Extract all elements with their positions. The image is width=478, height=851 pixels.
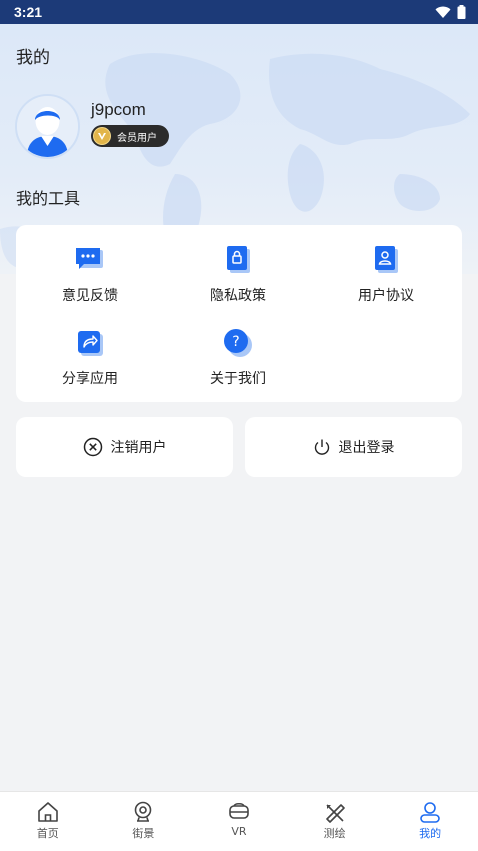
feedback-icon <box>75 245 105 275</box>
vip-badge: 会员用户 <box>91 125 169 147</box>
avatar-person-icon <box>17 96 78 157</box>
user-agreement-icon <box>371 245 401 275</box>
tab-survey[interactable]: 测绘 <box>287 792 383 851</box>
tool-label: 意见反馈 <box>62 288 118 304</box>
status-bar: 3:21 <box>0 0 478 24</box>
survey-tools-icon <box>325 804 345 823</box>
vip-badge-label: 会员用户 <box>117 132 157 144</box>
tool-label: 用户协议 <box>358 288 414 304</box>
tab-mine[interactable]: 我的 <box>382 792 478 851</box>
share-icon <box>75 328 105 358</box>
question-icon: ? <box>223 328 253 358</box>
avatar[interactable] <box>15 94 80 159</box>
vr-headset-icon <box>229 802 249 819</box>
tool-label: 关于我们 <box>210 371 266 387</box>
tool-privacy-policy[interactable]: 隐私政策 <box>164 245 312 305</box>
lock-icon <box>223 245 253 275</box>
vip-crown-icon <box>93 127 111 145</box>
page-title: 我的 <box>16 48 50 68</box>
tool-share-app[interactable]: 分享应用 <box>16 328 164 388</box>
status-time: 3:21 <box>14 4 43 20</box>
bottom-tab-bar: 首页 街景 VR 测绘 我的 <box>0 791 478 851</box>
tab-label: 我的 <box>419 827 442 840</box>
tab-home[interactable]: 首页 <box>0 792 96 851</box>
tools-card: 意见反馈 隐私政策 用户协议 分享应用 ? 关于我们 <box>16 225 462 402</box>
logout-button[interactable]: 退出登录 <box>245 417 462 477</box>
user-icon <box>420 802 440 823</box>
cancel-account-label: 注销用户 <box>110 440 167 456</box>
tab-label: 首页 <box>36 827 59 840</box>
tab-label: VR <box>231 825 247 838</box>
cancel-account-button[interactable]: 注销用户 <box>16 417 233 477</box>
tab-street-view[interactable]: 街景 <box>96 792 192 851</box>
battery-icon <box>457 5 466 19</box>
logout-label: 退出登录 <box>338 440 395 456</box>
power-icon <box>314 439 329 455</box>
tool-label: 分享应用 <box>62 371 118 387</box>
tab-label: 街景 <box>132 827 155 840</box>
tab-label: 测绘 <box>323 827 346 840</box>
close-circle-icon <box>83 437 102 457</box>
wifi-icon <box>435 6 451 18</box>
tab-vr[interactable]: VR <box>191 792 287 851</box>
status-icons <box>435 5 466 19</box>
tool-label: 隐私政策 <box>210 288 266 304</box>
svg-text:?: ? <box>232 334 239 350</box>
tool-user-agreement[interactable]: 用户协议 <box>312 245 460 305</box>
tool-about-us[interactable]: ? 关于我们 <box>164 328 312 388</box>
username: j9pcom <box>91 100 146 119</box>
section-title-tools: 我的工具 <box>16 189 81 208</box>
home-icon <box>37 802 58 822</box>
camera-icon <box>135 801 152 822</box>
tool-feedback[interactable]: 意见反馈 <box>16 245 164 305</box>
